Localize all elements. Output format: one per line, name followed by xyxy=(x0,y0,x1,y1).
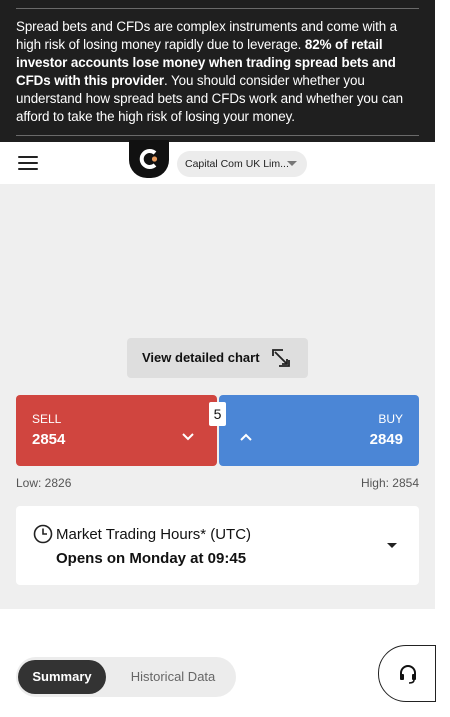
info-tabs: Summary Historical Data xyxy=(16,657,236,697)
tab-historical-data[interactable]: Historical Data xyxy=(112,657,234,697)
view-detailed-chart-button[interactable]: View detailed chart xyxy=(127,338,308,378)
low-price: Low: 2826 xyxy=(16,476,72,490)
risk-warning-text: Spread bets and CFDs are complex instrum… xyxy=(16,19,404,124)
app-header: Capital Com UK Lim... xyxy=(0,140,435,184)
logo-c-icon xyxy=(139,149,158,169)
spread-badge: 5 xyxy=(209,402,226,426)
market-hours-status: Opens on Monday at 09:45 xyxy=(56,550,247,567)
support-chat-button[interactable] xyxy=(378,645,436,702)
sell-price: 2854 xyxy=(32,431,66,448)
high-price: High: 2854 xyxy=(360,476,419,490)
caret-down-icon xyxy=(387,543,397,548)
view-detailed-chart-label: View detailed chart xyxy=(142,350,260,365)
expand-icon xyxy=(272,349,290,367)
risk-warning-banner: Spread bets and CFDs are complex instrum… xyxy=(0,0,435,142)
headset-icon xyxy=(400,665,416,684)
instrument-panel: View detailed chart SELL 2854 BUY 2849 5… xyxy=(0,184,435,609)
banner-bottom-divider xyxy=(16,135,419,136)
buy-label: BUY xyxy=(378,412,403,426)
buy-price: 2849 xyxy=(369,431,403,448)
capital-com-logo[interactable] xyxy=(129,140,169,178)
chevron-up-icon xyxy=(240,433,252,441)
entity-select-value: Capital Com UK Lim... xyxy=(185,158,289,170)
caret-down-icon xyxy=(287,161,297,166)
market-hours-title: Market Trading Hours* (UTC) xyxy=(56,526,252,543)
market-hours-dropdown[interactable]: Market Trading Hours* (UTC) Opens on Mon… xyxy=(16,506,419,585)
hamburger-menu-icon[interactable] xyxy=(18,156,38,170)
buy-button[interactable]: BUY 2849 xyxy=(219,395,419,466)
sell-button[interactable]: SELL 2854 xyxy=(16,395,217,466)
sell-label: SELL xyxy=(32,412,62,426)
chevron-down-icon xyxy=(182,433,194,441)
tab-summary[interactable]: Summary xyxy=(18,660,106,694)
entity-select[interactable]: Capital Com UK Lim... xyxy=(177,151,307,177)
clock-icon xyxy=(33,524,53,544)
